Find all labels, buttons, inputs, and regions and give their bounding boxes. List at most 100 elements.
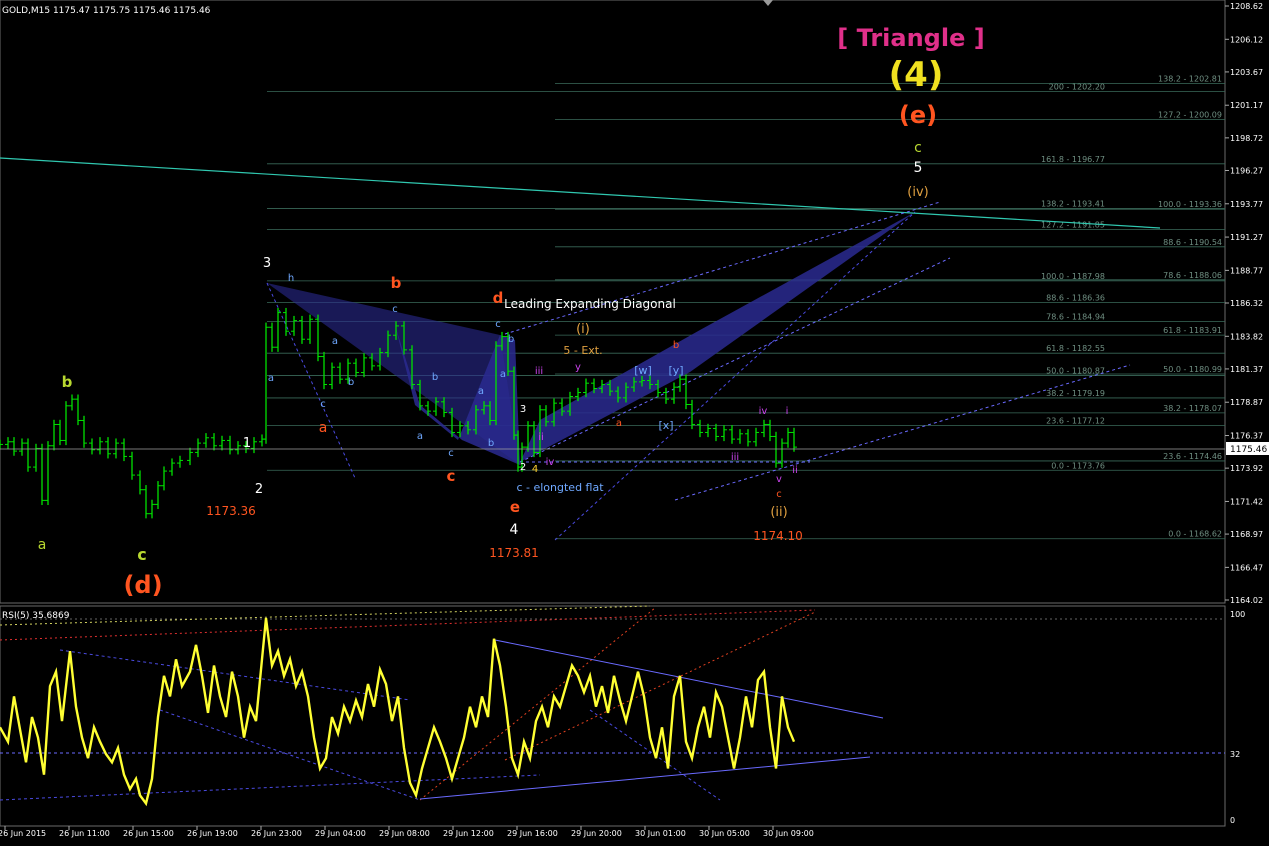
wave-label: 5 [914, 160, 923, 176]
wave-label: 1173.81 [489, 546, 539, 560]
wave-label: i [786, 406, 789, 417]
price-tick-label: 1206.12 [1230, 35, 1263, 44]
wave-label: 4 [510, 522, 519, 538]
price-tick-label: 1164.02 [1230, 596, 1263, 605]
minor-wave-label: y [575, 362, 581, 373]
rsi-tick-label: 32 [1230, 750, 1240, 759]
price-tick-label: 1171.42 [1230, 497, 1263, 506]
wave-label: 3 [263, 256, 271, 271]
minor-wave-label: a [478, 386, 484, 397]
minor-wave-label: ii [538, 432, 544, 443]
minor-wave-label: a [417, 431, 423, 442]
rsi-tick-label: 100 [1230, 610, 1245, 619]
minor-wave-label: b [432, 372, 438, 383]
minor-wave-label: 4 [532, 464, 538, 475]
time-tick-label: 29 Jun 20:00 [571, 829, 622, 838]
minor-wave-label: a [332, 336, 338, 347]
minor-wave-label: b [348, 377, 354, 388]
time-tick-label: 29 Jun 12:00 [443, 829, 494, 838]
price-tick-label: 1201.17 [1230, 101, 1263, 110]
fib-label: 38.2 - 1178.07 [1163, 404, 1222, 413]
wave-label: e [510, 498, 520, 516]
price-axis: 1208.62 1206.12 1203.67 1201.17 1198.72 1196.… [1225, 2, 1263, 605]
rsi-tick-label: 0 [1230, 816, 1235, 825]
wave-label: iii [535, 366, 543, 377]
wave-label: (iv) [907, 185, 928, 200]
price-tick-label: 1193.77 [1230, 200, 1263, 209]
time-tick-label: 26 Jun 15:00 [123, 829, 174, 838]
wave-label: a [319, 420, 328, 436]
wave-label: c [914, 140, 922, 156]
current-price-tag: 1175.46 [1226, 442, 1269, 455]
fib-label: 88.6 - 1186.36 [1046, 293, 1105, 302]
minor-wave-label: iii [731, 452, 739, 463]
time-tick-label: 30 Jun 05:00 [699, 829, 750, 838]
time-tick-label: 29 Jun 16:00 [507, 829, 558, 838]
minor-wave-label: a [268, 373, 274, 384]
price-tick-label: 1176.37 [1230, 432, 1263, 441]
fib-label: 23.6 - 1177.12 [1046, 417, 1105, 426]
minor-wave-label: c [495, 319, 501, 330]
minor-wave-label: c [776, 489, 782, 500]
fib-label: 127.2 - 1200.09 [1158, 111, 1222, 120]
time-axis: 26 Jun 2015 26 Jun 11:00 26 Jun 15:00 26 Ju… [0, 826, 814, 838]
minor-wave-label: b [508, 334, 514, 345]
chart-canvas: GOLD,M15 1175.47 1175.75 1175.46 1175.46… [0, 0, 1269, 838]
wave-label: d [493, 289, 504, 307]
price-tick-label: 1188.77 [1230, 266, 1263, 275]
wave-label: (e) [899, 101, 937, 129]
wave-label: ii [792, 465, 798, 476]
fib-label: 50.0 - 1180.99 [1163, 365, 1222, 374]
fib-label: 61.8 - 1183.91 [1163, 326, 1222, 335]
wave-label: [y] [668, 364, 683, 377]
price-tick-label: 1198.72 [1230, 134, 1263, 143]
wave-label: (i) [576, 322, 590, 337]
minor-wave-label: 3 [520, 404, 526, 415]
rsi-axis: 100 32 0 [1230, 610, 1245, 825]
svg-text:1175.46: 1175.46 [1230, 445, 1267, 455]
minor-wave-label: 2 [520, 462, 526, 473]
wave-label: 1174.10 [753, 529, 803, 543]
fib-label: 138.2 - 1193.41 [1041, 200, 1105, 209]
price-tick-label: 1173.92 [1230, 464, 1263, 473]
fib-label: 138.2 - 1202.81 [1158, 74, 1222, 83]
fib-label: 23.6 - 1174.46 [1163, 452, 1222, 461]
minor-wave-label: a [616, 418, 622, 429]
wave-label: [x] [658, 419, 673, 432]
wave-label: (4) [889, 55, 944, 95]
time-tick-label: 29 Jun 08:00 [379, 829, 430, 838]
minor-wave-label: iv [546, 457, 555, 468]
wave-label: 1173.36 [206, 504, 256, 518]
time-tick-label: 26 Jun 23:00 [251, 829, 302, 838]
time-tick-label: 29 Jun 04:00 [315, 829, 366, 838]
fib-label: 61.8 - 1182.55 [1046, 344, 1105, 353]
minor-wave-label: c [392, 304, 398, 315]
fib-label: 0.0 - 1168.62 [1168, 530, 1222, 539]
rsi-label: RSI(5) 35.6869 [2, 611, 70, 621]
price-tick-label: 1181.37 [1230, 365, 1263, 374]
time-tick-label: 26 Jun 2015 [0, 829, 46, 838]
price-tick-label: 1196.27 [1230, 166, 1263, 175]
wave-label: Leading Expanding Diagonal [504, 297, 676, 311]
minor-wave-label: b [673, 340, 679, 351]
wave-label: [w] [634, 364, 652, 377]
wave-label: c - elongted flat [516, 481, 604, 494]
minor-wave-label: c [448, 448, 454, 459]
wave-label: c [447, 467, 456, 485]
price-tick-label: 1208.62 [1230, 2, 1263, 11]
wave-label: c [137, 545, 146, 564]
time-tick-label: 30 Jun 09:00 [763, 829, 814, 838]
fib-label: 78.6 - 1188.06 [1163, 271, 1222, 280]
price-tick-label: 1183.82 [1230, 332, 1263, 341]
wave-label: v [776, 474, 782, 485]
wave-label: 5 - Ext. [563, 344, 602, 357]
wave-label: 1 [243, 436, 251, 451]
fib-label: 161.8 - 1196.77 [1041, 155, 1105, 164]
price-tick-label: 1186.32 [1230, 299, 1263, 308]
time-tick-label: 26 Jun 11:00 [59, 829, 110, 838]
time-tick-label: 30 Jun 01:00 [635, 829, 686, 838]
fib-label: 100.0 - 1193.36 [1158, 200, 1222, 209]
wave-label: b [391, 274, 402, 292]
fib-label: 38.2 - 1179.19 [1046, 389, 1105, 398]
wave-label: (d) [123, 571, 162, 599]
